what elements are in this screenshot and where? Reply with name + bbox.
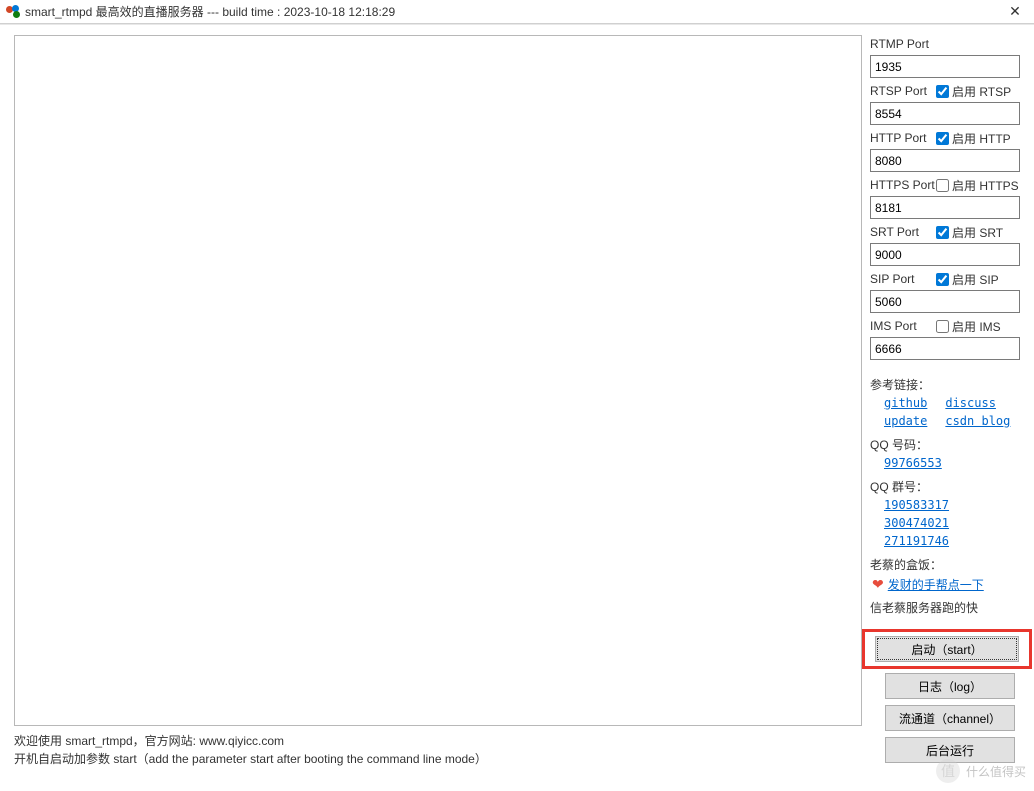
right-pane: RTMP Port RTSP Port 启用 RTSP HTTP Port 启用 HTT… xyxy=(868,25,1034,780)
checkbox-input[interactable] xyxy=(936,132,949,145)
port-row: RTMP Port xyxy=(870,35,1030,53)
checkbox-label: 启用 HTTPS xyxy=(952,177,1019,194)
enable-checkbox[interactable]: 启用 HTTPS xyxy=(936,177,1019,194)
checkbox-label: 启用 IMS xyxy=(952,318,1001,335)
checkbox-input[interactable] xyxy=(936,179,949,192)
enable-checkbox[interactable]: 启用 RTSP xyxy=(936,83,1011,100)
port-label: RTSP Port xyxy=(870,84,936,98)
titlebar: smart_rtmpd 最高效的直播服务器 --- build time : 2… xyxy=(0,0,1034,24)
qq-group-1[interactable]: 190583317 xyxy=(884,496,949,514)
port-label: IMS Port xyxy=(870,319,936,333)
status-area: 欢迎使用 smart_rtmpd，官方网站: www.qiyicc.com 开机… xyxy=(14,730,862,776)
port-label: SIP Port xyxy=(870,272,936,286)
port-row: SIP Port 启用 SIP xyxy=(870,270,1030,288)
port-input[interactable] xyxy=(870,102,1020,125)
port-input[interactable] xyxy=(870,149,1020,172)
qq-number[interactable]: 99766553 xyxy=(884,454,942,472)
port-row: HTTP Port 启用 HTTP xyxy=(870,129,1030,147)
qq-number-label: QQ 号码： xyxy=(870,436,1030,454)
checkbox-input[interactable] xyxy=(936,320,949,333)
checkbox-input[interactable] xyxy=(936,226,949,239)
status-line-2: 开机自启动加参数 start（add the parameter start a… xyxy=(14,750,862,768)
port-label: SRT Port xyxy=(870,225,936,239)
start-highlight: 启动（start） xyxy=(862,629,1032,669)
donate-label: 老蔡的盒饭： xyxy=(870,556,1030,574)
checkbox-input[interactable] xyxy=(936,85,949,98)
info-section: 参考链接： github discuss update csdn blog QQ 号… xyxy=(870,376,1030,617)
channel-button[interactable]: 流通道（channel） xyxy=(885,705,1015,731)
port-input[interactable] xyxy=(870,196,1020,219)
link-github[interactable]: github xyxy=(884,394,927,412)
checkbox-label: 启用 RTSP xyxy=(952,83,1011,100)
qq-group-label: QQ 群号： xyxy=(870,478,1030,496)
app-icon xyxy=(6,5,20,19)
main-viewport xyxy=(14,35,862,726)
window-title: smart_rtmpd 最高效的直播服务器 --- build time : 2… xyxy=(25,3,395,20)
button-stack: 启动（start） 日志（log） 流通道（channel） 后台运行 xyxy=(870,629,1030,763)
ref-links-label: 参考链接： xyxy=(870,376,1030,394)
enable-checkbox[interactable]: 启用 SIP xyxy=(936,271,999,288)
client-area: 欢迎使用 smart_rtmpd，官方网站: www.qiyicc.com 开机… xyxy=(0,24,1034,780)
port-row: RTSP Port 启用 RTSP xyxy=(870,82,1030,100)
heart-icon: ❤ xyxy=(872,574,884,595)
close-button[interactable]: ✕ xyxy=(1000,2,1030,22)
slogan: 信老蔡服务器跑的快 xyxy=(870,599,1030,617)
log-button[interactable]: 日志（log） xyxy=(885,673,1015,699)
titlebar-left: smart_rtmpd 最高效的直播服务器 --- build time : 2… xyxy=(6,3,395,20)
enable-checkbox[interactable]: 启用 IMS xyxy=(936,318,1001,335)
background-button[interactable]: 后台运行 xyxy=(885,737,1015,763)
port-label: RTMP Port xyxy=(870,37,936,51)
port-input[interactable] xyxy=(870,55,1020,78)
checkbox-label: 启用 SIP xyxy=(952,271,999,288)
port-row: IMS Port 启用 IMS xyxy=(870,317,1030,335)
port-row: SRT Port 启用 SRT xyxy=(870,223,1030,241)
link-discuss[interactable]: discuss xyxy=(945,394,996,412)
status-line-1: 欢迎使用 smart_rtmpd，官方网站: www.qiyicc.com xyxy=(14,732,862,750)
checkbox-label: 启用 SRT xyxy=(952,224,1003,241)
start-button[interactable]: 启动（start） xyxy=(875,636,1019,662)
enable-checkbox[interactable]: 启用 SRT xyxy=(936,224,1003,241)
checkbox-label: 启用 HTTP xyxy=(952,130,1011,147)
left-pane: 欢迎使用 smart_rtmpd，官方网站: www.qiyicc.com 开机… xyxy=(0,25,868,780)
donate-link[interactable]: 发财的手帮点一下 xyxy=(888,576,984,594)
qq-group-3[interactable]: 271191746 xyxy=(884,532,949,550)
port-input[interactable] xyxy=(870,337,1020,360)
port-input[interactable] xyxy=(870,290,1020,313)
port-input[interactable] xyxy=(870,243,1020,266)
port-label: HTTP Port xyxy=(870,131,936,145)
link-update[interactable]: update xyxy=(884,412,927,430)
port-row: HTTPS Port 启用 HTTPS xyxy=(870,176,1030,194)
checkbox-input[interactable] xyxy=(936,273,949,286)
link-csdn[interactable]: csdn blog xyxy=(945,412,1010,430)
port-label: HTTPS Port xyxy=(870,178,936,192)
enable-checkbox[interactable]: 启用 HTTP xyxy=(936,130,1011,147)
qq-group-2[interactable]: 300474021 xyxy=(884,514,949,532)
